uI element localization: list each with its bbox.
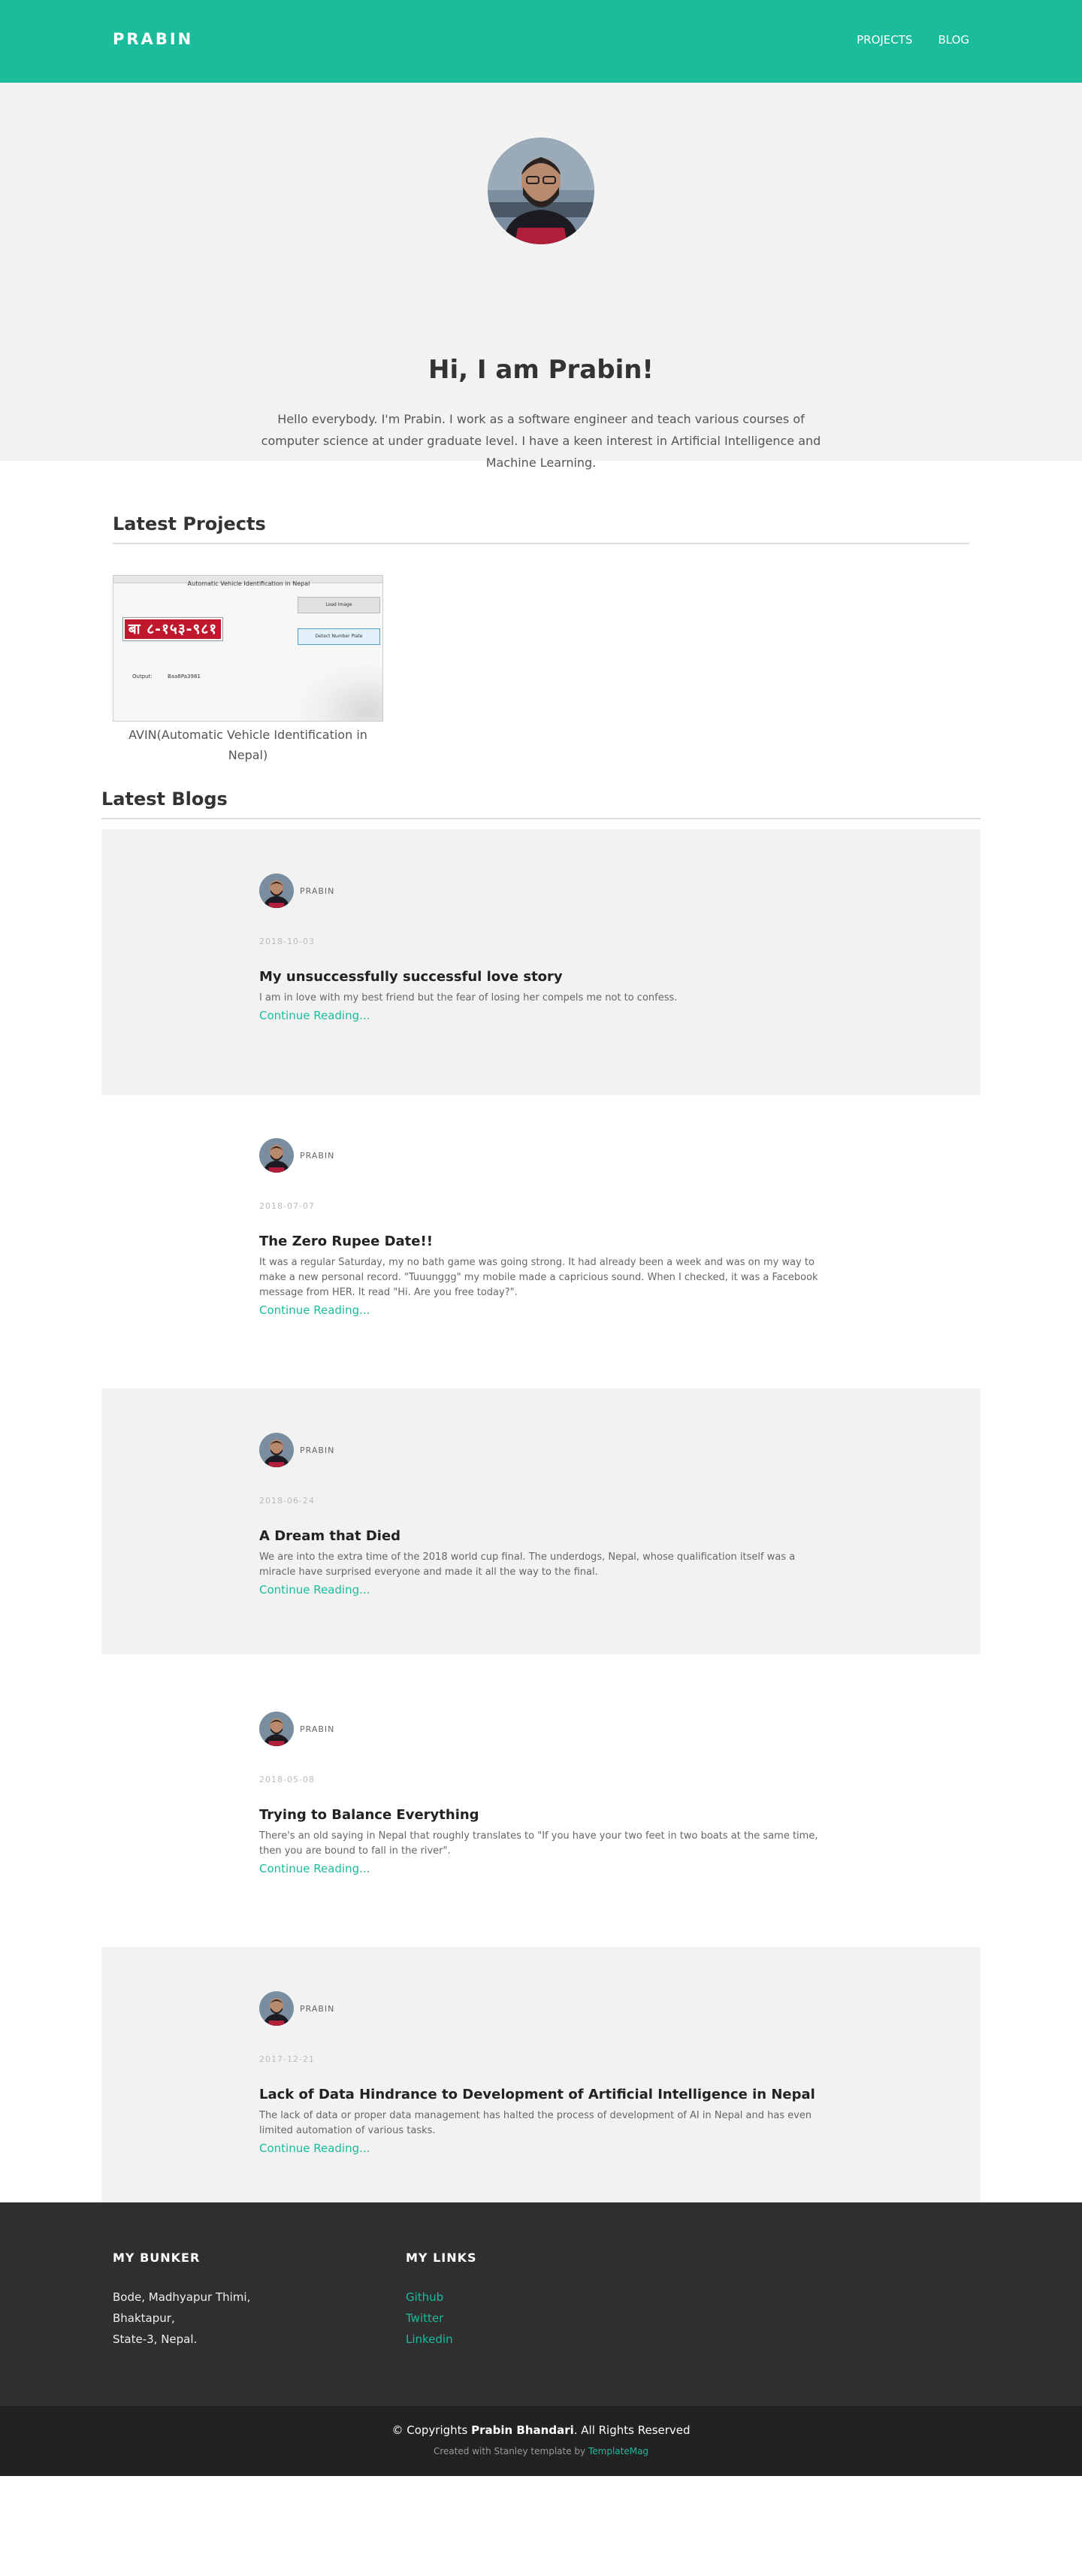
template-credit: Created with Stanley template by Templat…	[0, 2446, 1082, 2456]
nav-link-projects[interactable]: PROJECTS	[857, 33, 912, 47]
project-thumbnail[interactable]: Automatic Vehicle Identification in Nepa…	[113, 575, 383, 722]
credit-prefix: Created with Stanley template by	[433, 2446, 586, 2456]
projects-divider	[113, 543, 969, 544]
post-date: 2018-05-08	[259, 1775, 315, 1784]
footer-links-heading: MY LINKS	[406, 2251, 477, 2265]
author-avatar	[259, 1712, 294, 1746]
post-author: PRABIN	[259, 1991, 334, 2026]
continue-reading-link[interactable]: Continue Reading...	[259, 1583, 370, 1597]
author-name: PRABIN	[300, 1445, 335, 1455]
load-image-button: Load Image	[298, 597, 380, 613]
post-author: PRABIN	[259, 1138, 334, 1173]
footer-bunker-heading: MY BUNKER	[113, 2251, 201, 2265]
author-avatar	[259, 1991, 294, 2026]
projects-heading: Latest Projects	[113, 513, 266, 534]
author-name: PRABIN	[300, 1724, 335, 1734]
post-excerpt: I am in love with my best friend but the…	[259, 992, 678, 1003]
address-line: Bode, Madhyapur Thimi,	[113, 2290, 251, 2304]
templatemag-link[interactable]: TemplateMag	[588, 2446, 648, 2456]
blogs-divider	[101, 818, 981, 819]
post-author: PRABIN	[259, 1433, 334, 1467]
footer-link-github[interactable]: Github	[406, 2287, 453, 2308]
author-avatar	[259, 873, 294, 908]
address-line: State-3, Nepal.	[113, 2332, 198, 2346]
post-title[interactable]: The Zero Rupee Date!!	[259, 1234, 433, 1249]
copyright-text: © Copyrights Prabin Bhandari. All Rights…	[0, 2423, 1082, 2437]
detect-plate-button: Detect Number Plate	[298, 628, 380, 645]
post-excerpt: We are into the extra time of the 2018 w…	[259, 1551, 796, 1578]
author-avatar	[259, 1433, 294, 1467]
hero-title: Hi, I am Prabin!	[428, 355, 654, 385]
author-name: PRABIN	[300, 2003, 335, 2014]
author-avatar	[259, 1138, 294, 1173]
nav-link-blog[interactable]: BLOG	[938, 33, 969, 47]
author-name: PRABIN	[300, 1150, 335, 1161]
post-title[interactable]: My unsuccessfully successful love story	[259, 969, 563, 985]
continue-reading-link[interactable]: Continue Reading...	[259, 1303, 370, 1317]
post-date: 2018-10-03	[259, 937, 315, 946]
number-plate-image: बा ८-१५३-९८१	[122, 617, 223, 641]
continue-reading-link[interactable]: Continue Reading...	[259, 1862, 370, 1875]
brand-logo[interactable]: PRABIN	[113, 30, 193, 48]
profile-avatar	[488, 138, 594, 244]
blogs-section: Latest Blogs PRABIN 2018-10-03 My unsucc…	[0, 779, 1082, 2226]
project-caption[interactable]: AVIN(Automatic Vehicle Identification in…	[113, 725, 383, 765]
thumb-window-title: Automatic Vehicle Identification in Nepa…	[187, 580, 310, 587]
blog-post: PRABIN 2017-12-21 Lack of Data Hindrance…	[101, 1947, 981, 2226]
post-date: 2017-12-21	[259, 2054, 315, 2064]
post-author: PRABIN	[259, 873, 334, 908]
navbar: PRABIN PROJECTS BLOG	[0, 0, 1082, 83]
copyright-suffix: . All Rights Reserved	[573, 2423, 691, 2437]
post-title[interactable]: Trying to Balance Everything	[259, 1807, 479, 1823]
nav-links: PROJECTS BLOG	[857, 33, 969, 47]
thumb-decoration	[301, 666, 382, 721]
footer: MY BUNKER MY LINKS Bode, Madhyapur Thimi…	[0, 2202, 1082, 2406]
blogs-heading: Latest Blogs	[101, 789, 228, 810]
author-name: PRABIN	[300, 885, 335, 896]
post-title[interactable]: A Dream that Died	[259, 1528, 400, 1544]
output-label: Output:	[132, 674, 153, 680]
post-excerpt: It was a regular Saturday, my no bath ga…	[259, 1257, 818, 1298]
address-line: Bhaktapur,	[113, 2311, 175, 2325]
footer-link-twitter[interactable]: Twitter	[406, 2308, 453, 2329]
hero-section: Hi, I am Prabin! Hello everybody. I'm Pr…	[0, 83, 1082, 470]
blog-post: PRABIN 2018-07-07 The Zero Rupee Date!! …	[101, 1094, 981, 1360]
post-date: 2018-06-24	[259, 1496, 315, 1506]
post-excerpt: The lack of data or proper data manageme…	[259, 2110, 812, 2136]
output-value: Baa8Pa3981	[168, 674, 201, 680]
footer-address: Bode, Madhyapur Thimi, Bhaktapur, State-…	[113, 2287, 250, 2350]
continue-reading-link[interactable]: Continue Reading...	[259, 2142, 370, 2155]
project-card[interactable]: Automatic Vehicle Identification in Nepa…	[113, 575, 383, 765]
post-author: PRABIN	[259, 1712, 334, 1746]
blog-post: PRABIN 2018-10-03 My unsuccessfully succ…	[101, 829, 981, 1095]
copyright-bar: © Copyrights Prabin Bhandari. All Rights…	[0, 2406, 1082, 2476]
continue-reading-link[interactable]: Continue Reading...	[259, 1009, 370, 1022]
post-title[interactable]: Lack of Data Hindrance to Development of…	[259, 2087, 815, 2102]
footer-links: Github Twitter Linkedin	[406, 2287, 453, 2350]
projects-section: Latest Projects Automatic Vehicle Identi…	[0, 461, 1082, 779]
blog-post: PRABIN 2018-05-08 Trying to Balance Ever…	[101, 1667, 981, 1933]
copyright-name: Prabin Bhandari	[471, 2423, 574, 2437]
post-excerpt: There's an old saying in Nepal that roug…	[259, 1830, 818, 1857]
footer-link-linkedin[interactable]: Linkedin	[406, 2329, 453, 2350]
blog-post: PRABIN 2018-06-24 A Dream that Died We a…	[101, 1388, 981, 1654]
copyright-prefix: © Copyrights	[391, 2423, 468, 2437]
post-date: 2018-07-07	[259, 1201, 315, 1211]
